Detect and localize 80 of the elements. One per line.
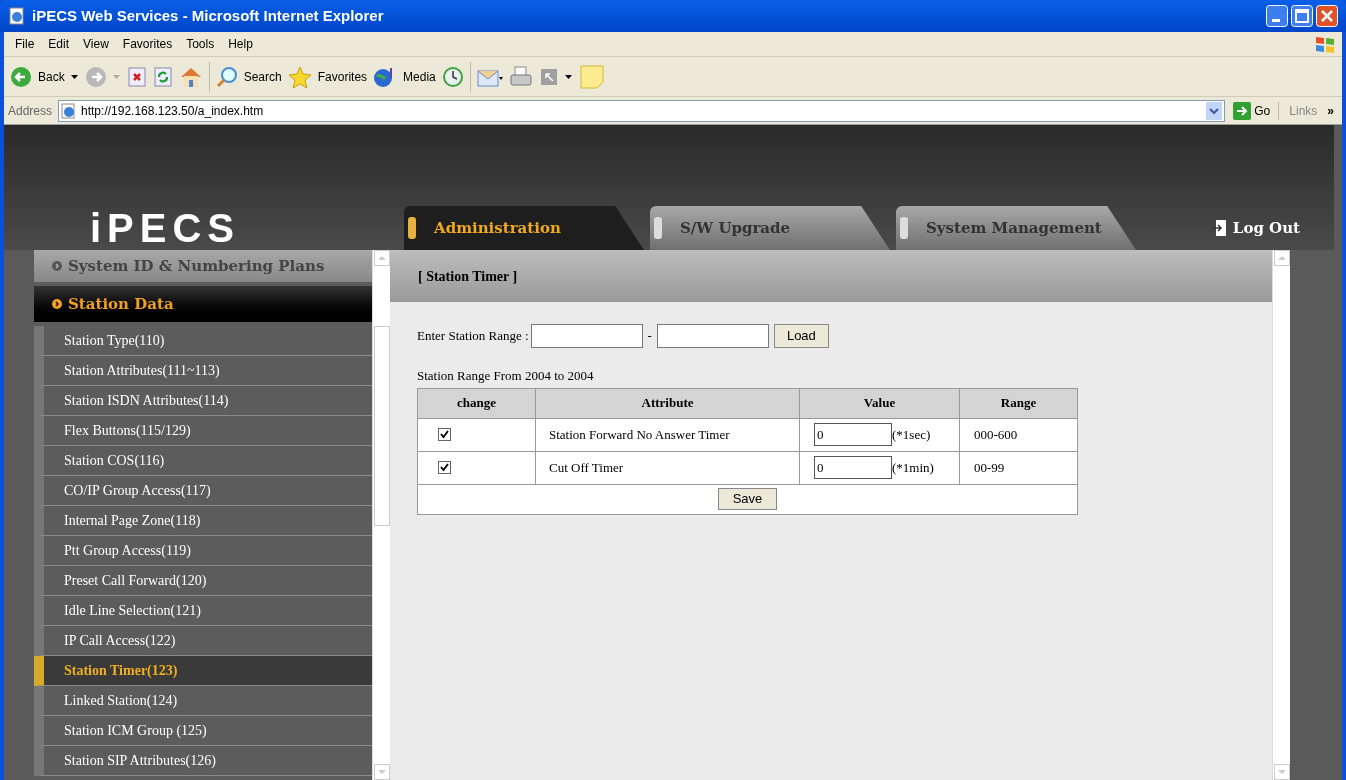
column-header: Attribute xyxy=(535,388,800,418)
ie-page-icon xyxy=(8,7,26,25)
logo: iPECS xyxy=(90,208,241,248)
nav-tab[interactable]: System Management xyxy=(896,206,1136,250)
sidebar-item[interactable]: Station Timer(123) xyxy=(34,656,372,686)
history-icon[interactable] xyxy=(441,65,464,88)
range-end-field[interactable] xyxy=(656,324,769,348)
sidebar-item[interactable]: Preset Call Forward(120) xyxy=(34,566,372,596)
chevron-button[interactable]: » xyxy=(1321,101,1338,120)
column-header: Range xyxy=(959,388,1078,418)
checkbox[interactable] xyxy=(438,461,451,474)
sidebar-section[interactable]: Station Data xyxy=(34,286,372,322)
dropdown-caret-icon[interactable] xyxy=(564,73,573,80)
menu-item[interactable]: Help xyxy=(221,35,260,53)
range-label: Enter Station Range : xyxy=(417,327,529,346)
go-button[interactable]: Go xyxy=(1229,101,1275,120)
page-title: [ Station Timer ] xyxy=(390,250,1272,302)
range-separator: - xyxy=(646,327,653,346)
table-cell: 00-99 xyxy=(959,451,1078,484)
sidebar-item[interactable]: Station COS(116) xyxy=(34,446,372,476)
column-header: Value xyxy=(799,388,960,418)
refresh-icon[interactable] xyxy=(152,65,173,88)
door-exit-icon xyxy=(1212,219,1227,237)
table-cell: Cut Off Timer xyxy=(535,451,800,484)
ie-page-icon xyxy=(61,102,78,119)
range-start-field[interactable] xyxy=(530,324,643,348)
range-info: Station Range From 2004 to 2004 xyxy=(417,367,595,385)
sidebar-item[interactable]: Ptt Group Access(119) xyxy=(34,536,372,566)
window-title: iPECS Web Services - Microsoft Internet Explorer xyxy=(32,5,385,26)
close-button[interactable] xyxy=(1316,5,1338,27)
search-button[interactable]: Search xyxy=(243,67,282,86)
address-field[interactable]: http://192.168.123.50/a_index.htm xyxy=(58,99,1226,122)
tab-marker-icon xyxy=(900,217,908,239)
logout-button[interactable]: Log Out xyxy=(1212,206,1334,250)
value-field[interactable]: 0 xyxy=(814,423,892,446)
value-field[interactable]: 0 xyxy=(814,456,892,479)
sidebar-item[interactable]: IP Call Access(122) xyxy=(34,626,372,656)
menu-item[interactable]: File xyxy=(8,35,42,53)
sidebar-item[interactable]: Station SIP Attributes(126) xyxy=(34,746,372,776)
sidebar-item[interactable]: Flex Buttons(115/129) xyxy=(34,416,372,446)
scrollbar[interactable] xyxy=(372,250,390,780)
tab-marker-icon xyxy=(408,217,416,239)
table-cell: Station Forward No Answer Timer xyxy=(535,418,800,451)
sidebar-item[interactable]: Station Type(110) xyxy=(34,326,372,356)
menu-item[interactable]: Favorites xyxy=(115,35,180,53)
load-button[interactable]: Load xyxy=(773,324,829,348)
edit-square-icon[interactable] xyxy=(538,66,559,87)
maximize-button[interactable] xyxy=(1291,5,1313,27)
sidebar-item[interactable]: Idle Line Selection(121) xyxy=(34,596,372,626)
circle-chevron-icon xyxy=(52,299,62,309)
circle-chevron-icon xyxy=(52,261,62,271)
column-header: change xyxy=(417,388,536,418)
menu-item[interactable]: View xyxy=(76,35,116,53)
table-cell: 000-600 xyxy=(959,418,1078,451)
address-label: Address xyxy=(8,102,54,120)
favorites-button[interactable]: Favorites xyxy=(317,67,368,86)
unit-label: (*1min) xyxy=(892,458,934,477)
unit-label: (*1sec) xyxy=(892,425,931,444)
stop-icon[interactable] xyxy=(126,65,147,88)
nav-tab[interactable]: S/W Upgrade xyxy=(650,206,890,250)
back-button[interactable]: Back xyxy=(38,67,65,86)
star-icon[interactable] xyxy=(287,65,312,88)
minimize-button[interactable] xyxy=(1266,5,1288,27)
tab-marker-icon xyxy=(654,217,662,239)
menu-item[interactable]: Edit xyxy=(41,35,77,53)
sidebar-item[interactable]: Linked Station(124) xyxy=(34,686,372,716)
nav-tab[interactable]: Administration xyxy=(404,206,644,250)
sidebar-item[interactable]: CO/IP Group Access(117) xyxy=(34,476,372,506)
scrollbar[interactable] xyxy=(1272,250,1290,780)
checkbox[interactable] xyxy=(438,428,451,441)
printer-icon[interactable] xyxy=(508,65,533,88)
dropdown-caret-icon[interactable] xyxy=(70,73,79,80)
sidebar-item[interactable]: Station ISDN Attributes(114) xyxy=(34,386,372,416)
save-button[interactable]: Save xyxy=(717,488,778,510)
menu-item[interactable]: Tools xyxy=(179,35,222,53)
sidebar-item[interactable]: Internal Page Zone(118) xyxy=(34,506,372,536)
sidebar-item[interactable]: Station Attributes(111~113) xyxy=(34,356,372,386)
search-icon[interactable] xyxy=(215,65,238,88)
media-button[interactable]: Media xyxy=(403,67,436,86)
sidebar-item[interactable]: Station ICM Group (125) xyxy=(34,716,372,746)
